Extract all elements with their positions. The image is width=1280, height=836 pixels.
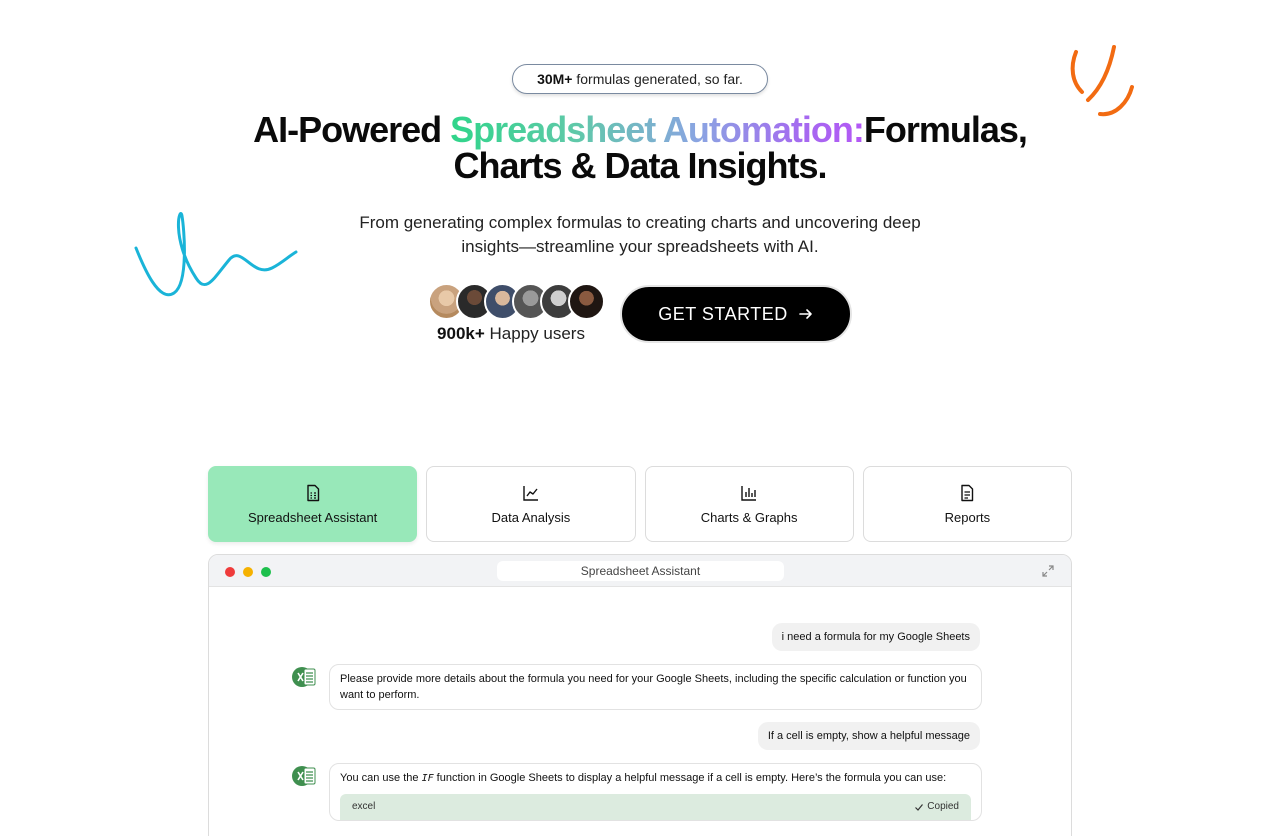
tab-label: Reports	[944, 509, 991, 525]
minimize-dot[interactable]	[243, 567, 253, 577]
tab-charts-graphs[interactable]: Charts & Graphs	[644, 466, 854, 542]
user-avatars	[428, 283, 608, 321]
orange-doodle	[1070, 45, 1134, 117]
hero-subtitle: From generating complex formulas to crea…	[359, 213, 921, 256]
title-part-1: AI-Powered	[253, 109, 451, 150]
title-gradient: Spreadsheet Automation:	[450, 109, 865, 150]
happy-users-count: 900k+ Happy users	[428, 324, 594, 344]
code-block-header: excel Copied	[340, 794, 971, 820]
message-suffix: function in Google Sheets to display a h…	[433, 772, 947, 784]
formulas-generated-badge: 30M+ formulas generated, so far.	[512, 64, 768, 94]
tab-label: Data Analysis	[491, 509, 571, 525]
copied-label: Copied	[927, 801, 959, 812]
assistant-message: Please provide more details about the fo…	[329, 664, 982, 710]
window-title: Spreadsheet Assistant	[497, 561, 784, 581]
assistant-avatar-icon	[292, 667, 316, 687]
blue-squiggle-doodle	[134, 212, 298, 297]
get-started-label: GET STARTED	[658, 303, 788, 324]
title-part-2: Formulas,	[863, 109, 1028, 150]
copy-button[interactable]: Copied	[914, 799, 959, 815]
user-message: If a cell is empty, show a helpful messa…	[757, 722, 980, 750]
document-icon	[961, 484, 974, 501]
line-chart-icon	[523, 485, 538, 501]
assistant-window: Spreadsheet Assistant i need a formula f…	[208, 554, 1072, 836]
users-text: Happy users	[484, 324, 585, 343]
message-prefix: You can use the	[340, 772, 422, 784]
window-titlebar: Spreadsheet Assistant	[209, 555, 1071, 587]
page-title: AI-Powered Spreadsheet Automation:Formul…	[140, 112, 1140, 184]
close-dot[interactable]	[225, 567, 235, 577]
title-line-2: Charts & Data Insights.	[453, 145, 827, 186]
code-language: excel	[352, 801, 376, 812]
get-started-button[interactable]: GET STARTED	[620, 285, 852, 343]
tab-data-analysis[interactable]: Data Analysis	[426, 466, 636, 542]
tab-label: Spreadsheet Assistant	[247, 509, 378, 525]
arrow-right-icon	[798, 309, 812, 319]
avatar	[568, 283, 605, 320]
assistant-message: You can use the IF function in Google Sh…	[329, 763, 982, 821]
expand-icon[interactable]	[1041, 564, 1055, 578]
spreadsheet-icon	[306, 484, 319, 501]
tab-reports[interactable]: Reports	[862, 466, 1072, 542]
check-icon	[915, 804, 924, 811]
users-count: 900k+	[437, 324, 485, 343]
bar-chart-icon	[741, 485, 757, 501]
badge-text: formulas generated, so far.	[572, 71, 743, 87]
user-message: i need a formula for my Google Sheets	[771, 623, 980, 651]
inline-code: IF	[421, 773, 434, 784]
assistant-avatar-icon	[292, 766, 316, 786]
tab-spreadsheet-assistant[interactable]: Spreadsheet Assistant	[208, 466, 418, 542]
feature-tabs: Spreadsheet Assistant Data Analysis Char…	[208, 466, 1072, 542]
badge-count: 30M+	[537, 71, 573, 87]
tab-label: Charts & Graphs	[700, 509, 798, 525]
maximize-dot[interactable]	[261, 567, 271, 577]
